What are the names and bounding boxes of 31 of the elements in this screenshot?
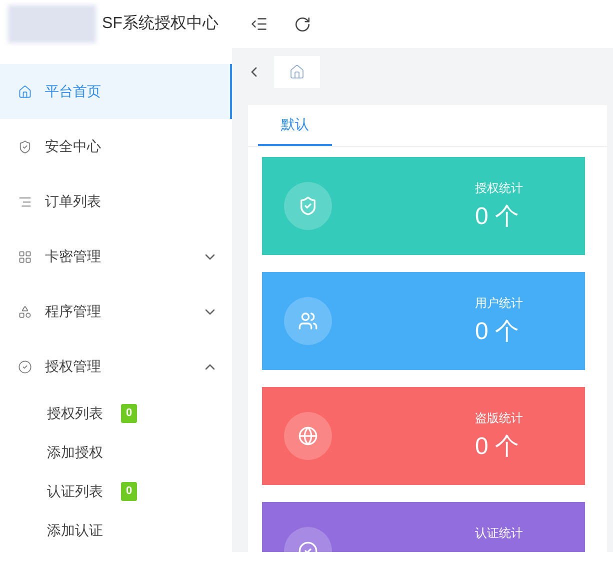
refresh-icon[interactable] (294, 16, 311, 32)
stat-label: 授权统计 (475, 180, 523, 197)
count-badge: 0 (121, 482, 138, 501)
collapse-menu-icon[interactable] (250, 15, 268, 33)
menu-item[interactable]: 程序管理 (0, 284, 232, 339)
menu-item[interactable]: 安全中心 (0, 119, 232, 174)
stat-label: 用户统计 (475, 295, 523, 312)
stat-value: 0 个 (475, 202, 520, 232)
shapes-icon (18, 304, 32, 318)
home-icon (289, 64, 305, 80)
submenu-item[interactable]: 认证列表 (47, 481, 103, 502)
submenu-item[interactable]: 授权列表 (47, 403, 103, 424)
submenu-item[interactable]: 添加认证 (47, 520, 103, 541)
stat-value: 0 个 (475, 432, 520, 462)
users-icon (298, 311, 318, 331)
list-icon (18, 194, 32, 208)
menu-item[interactable]: 授权管理 (0, 339, 232, 394)
app-title: SF系统授权中心 (102, 14, 218, 34)
home-icon (18, 84, 32, 98)
menu-item[interactable]: 卡密管理 (0, 229, 232, 284)
menu-item[interactable]: 订单列表 (0, 174, 232, 229)
grid-icon (18, 250, 32, 264)
stat-value: 0 个 (475, 317, 520, 347)
count-badge: 0 (121, 404, 138, 423)
stat-label: 认证统计 (475, 525, 523, 542)
shield-check-icon (18, 140, 32, 154)
check-circle-icon (18, 360, 32, 374)
stat-label: 盗版统计 (475, 410, 523, 427)
submenu-item[interactable]: 添加授权 (47, 442, 103, 463)
globe-icon (298, 426, 318, 446)
shield-check-icon (298, 196, 318, 216)
